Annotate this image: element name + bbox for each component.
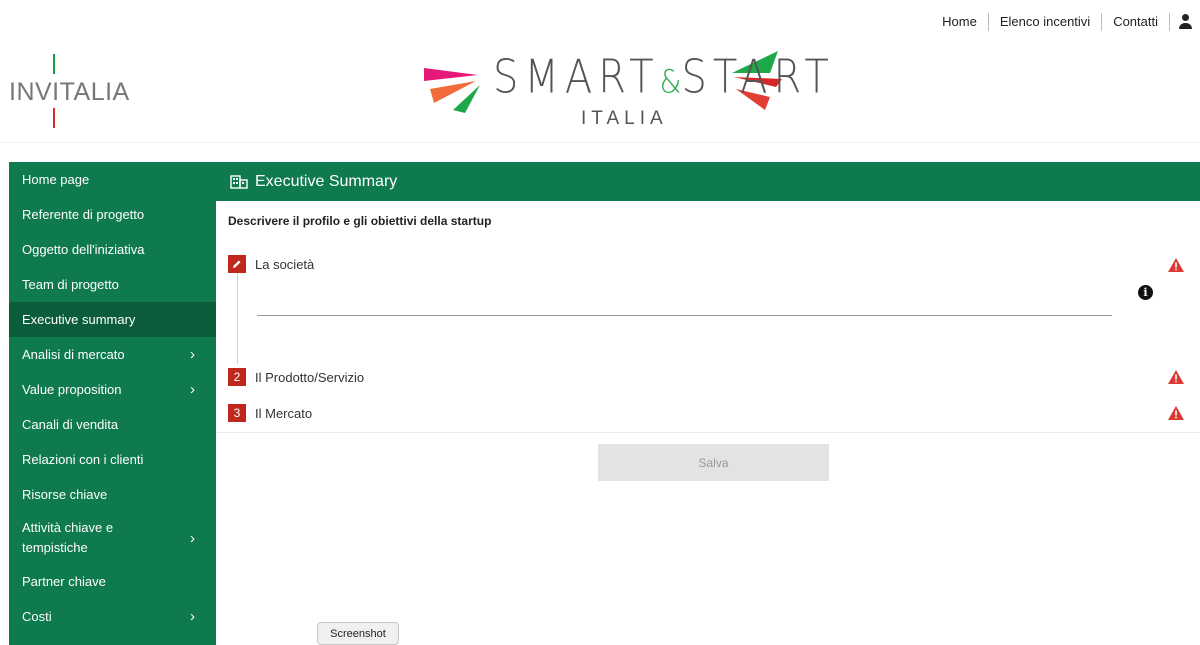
brand-title: SMART&START <box>493 51 835 104</box>
step-label: Il Prodotto/Servizio <box>255 369 365 385</box>
step-number: 2 <box>228 368 246 386</box>
save-button[interactable]: Salva <box>598 444 829 481</box>
nav-elenco-incentivi-link[interactable]: Elenco incentivi <box>989 13 1103 31</box>
step-prodotto-servizio[interactable]: 2 Il Prodotto/Servizio <box>228 368 1188 386</box>
info-icon[interactable]: i <box>1138 285 1153 300</box>
sidebar-item-canali-vendita[interactable]: Canali di vendita <box>9 407 216 442</box>
step-label: La società <box>255 256 315 272</box>
sidebar-item-costi[interactable]: Costi › <box>9 599 216 634</box>
sidebar-menu: Home page Referente di progetto Oggetto … <box>9 162 216 645</box>
la-societa-text-field[interactable] <box>257 315 1112 316</box>
divider <box>216 432 1200 433</box>
invitalia-logo-text: INVITALIA <box>9 78 130 106</box>
nav-home-link[interactable]: Home <box>931 13 989 31</box>
step-number <box>228 255 246 273</box>
logo-green-bar <box>53 54 55 74</box>
chevron-right-icon: › <box>190 346 195 363</box>
sidebar-item-value-proposition[interactable]: Value proposition › <box>9 372 216 407</box>
chevron-right-icon: › <box>190 381 195 398</box>
user-icon[interactable] <box>1176 13 1200 31</box>
main-content: Executive Summary Descrivere il profilo … <box>216 162 1200 645</box>
section-header: Executive Summary <box>216 162 1200 201</box>
brand-subtitle: ITALIA <box>581 108 668 129</box>
sidebar-item-partner-chiave[interactable]: Partner chiave <box>9 564 216 599</box>
top-navigation: Home Elenco incentivi Contatti <box>931 0 1200 44</box>
sidebar-item-analisi-mercato[interactable]: Analisi di mercato › <box>9 337 216 372</box>
section-subtitle: Descrivere il profilo e gli obiettivi de… <box>228 214 492 228</box>
stepper-line <box>237 263 238 364</box>
building-icon <box>230 174 248 189</box>
invitalia-logo[interactable]: INVITALIA <box>9 54 139 128</box>
sidebar-item-team[interactable]: Team di progetto <box>9 267 216 302</box>
step-label: Il Mercato <box>255 405 313 421</box>
step-mercato[interactable]: 3 Il Mercato <box>228 404 1188 422</box>
warning-icon <box>1168 406 1184 420</box>
warning-icon <box>1168 370 1184 384</box>
step-la-societa[interactable]: La società <box>228 255 1188 273</box>
page-title: Executive Summary <box>255 172 398 190</box>
chevron-right-icon: › <box>190 608 195 625</box>
warning-icon <box>1168 258 1184 272</box>
sidebar-item-home-page[interactable]: Home page <box>9 162 216 197</box>
nav-contatti-link[interactable]: Contatti <box>1102 13 1170 31</box>
logo-red-bar <box>53 108 55 128</box>
sidebar-item-oggetto[interactable]: Oggetto dell'iniziativa <box>9 232 216 267</box>
sidebar-item-relazioni-clienti[interactable]: Relazioni con i clienti <box>9 442 216 477</box>
smart-start-logo[interactable]: SMART&START ITALIA <box>420 45 829 140</box>
step-number: 3 <box>228 404 246 422</box>
sidebar-item-executive-summary[interactable]: Executive summary <box>9 302 216 337</box>
sidebar-item-referente[interactable]: Referente di progetto <box>9 197 216 232</box>
chevron-right-icon: › <box>190 529 195 547</box>
pencil-icon <box>233 260 241 268</box>
sidebar-item-risorse-chiave[interactable]: Risorse chiave <box>9 477 216 512</box>
screenshot-button[interactable]: Screenshot <box>317 622 399 645</box>
sidebar-item-attivita-chiave[interactable]: Attività chiave e tempistiche › <box>9 512 216 564</box>
